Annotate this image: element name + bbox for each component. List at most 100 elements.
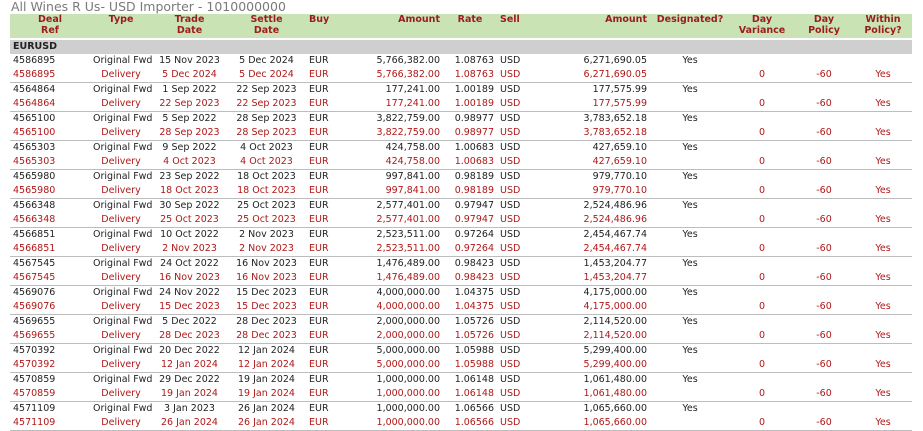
rate-cell: 0.98423 (454, 258, 494, 269)
original-fwd-row[interactable]: 4571109 Original Fwd 3 Jan 2023 26 Jan 2024… (10, 402, 912, 417)
type-cell: Delivery (90, 271, 152, 286)
buy-amount-cell: 1,000,000.00 (376, 374, 440, 385)
delivery-row[interactable]: 4586895 Delivery 5 Dec 2024 5 Dec 2024 EUR 5,… (10, 68, 912, 83)
sell-currency-cell: USD (497, 387, 549, 402)
buy-currency-cell: EUR (309, 84, 329, 95)
within-policy-cell (854, 257, 912, 272)
col-header-day-policy[interactable]: Day Policy (794, 14, 854, 39)
buy-currency-cell: EUR (309, 229, 329, 240)
delivery-row[interactable]: 4565303 Delivery 4 Oct 2023 4 Oct 2023 EUR 42… (10, 155, 912, 170)
delivery-row[interactable]: 4566348 Delivery 25 Oct 2023 25 Oct 2023 EUR… (10, 213, 912, 228)
buy-currency-cell: EUR (306, 213, 342, 228)
buy-currency-cell: EUR (306, 126, 342, 141)
rate-cell: 1.00189 (443, 97, 497, 112)
delivery-row[interactable]: 4564864 Delivery 22 Sep 2023 22 Sep 2023 EUR… (10, 97, 912, 112)
rate-cell: 1.06148 (443, 387, 497, 402)
sell-currency-cell: USD (497, 300, 549, 315)
day-policy-cell: -60 (794, 300, 854, 315)
col-header-amount-buy[interactable]: Amount (342, 14, 443, 39)
within-policy-cell: Yes (854, 300, 912, 315)
sell-amount-cell: 979,770.10 (549, 184, 650, 199)
original-fwd-row[interactable]: 4567545 Original Fwd 24 Oct 2022 16 Nov 202… (10, 257, 912, 272)
rate-cell: 1.04375 (443, 300, 497, 315)
day-policy-cell: -60 (794, 126, 854, 141)
col-header-amount-sell[interactable]: Amount (549, 14, 650, 39)
original-fwd-row[interactable]: 4564864 Original Fwd 1 Sep 2022 22 Sep 2023… (10, 83, 912, 98)
deal-ref-cell: 4565100 (10, 126, 90, 141)
col-header-rate[interactable]: Rate (443, 14, 497, 39)
col-header-type[interactable]: Type (90, 14, 152, 39)
delivery-row[interactable]: 4569076 Delivery 15 Dec 2023 15 Dec 2023 EUR… (10, 300, 912, 315)
rate-cell: 1.05726 (454, 316, 494, 327)
original-fwd-row[interactable]: 4565100 Original Fwd 5 Sep 2022 28 Sep 2023… (10, 112, 912, 127)
rate-cell: 1.08763 (454, 55, 494, 66)
settle-date-cell: 28 Dec 2023 (236, 316, 297, 327)
delivery-row[interactable]: 4571109 Delivery 26 Jan 2024 26 Jan 2024 EUR… (10, 416, 912, 431)
rate-cell: 1.06566 (443, 416, 497, 431)
type-cell: Delivery (90, 97, 152, 112)
buy-currency-cell: EUR (306, 242, 342, 257)
trade-date-cell: 16 Nov 2023 (152, 271, 227, 286)
delivery-row[interactable]: 4567545 Delivery 16 Nov 2023 16 Nov 2023 EUR… (10, 271, 912, 286)
within-policy-cell: Yes (854, 416, 912, 431)
original-fwd-row[interactable]: 4565980 Original Fwd 23 Sep 2022 18 Oct 202… (10, 170, 912, 185)
trade-date-cell: 15 Nov 2023 (159, 55, 220, 66)
within-policy-cell: Yes (854, 387, 912, 402)
original-fwd-row[interactable]: 4566851 Original Fwd 10 Oct 2022 2 Nov 2023… (10, 228, 912, 243)
trade-date-cell: 5 Sep 2022 (162, 113, 217, 124)
deals-table: Deal Ref Type Trade Date Settle Date Buy Am… (10, 14, 912, 431)
day-variance-cell (730, 344, 794, 359)
col-header-day-variance[interactable]: Day Variance (730, 14, 794, 39)
col-header-sell[interactable]: Sell (497, 14, 549, 39)
buy-amount-cell: 177,241.00 (385, 84, 440, 95)
delivery-row[interactable]: 4570392 Delivery 12 Jan 2024 12 Jan 2024 EUR… (10, 358, 912, 373)
day-variance-cell: 0 (730, 97, 794, 112)
designated-cell: Yes (682, 374, 698, 385)
sell-currency-cell: USD (500, 345, 521, 356)
day-policy-cell (794, 83, 854, 98)
col-header-deal-ref[interactable]: Deal Ref (10, 14, 90, 39)
col-header-settle-date[interactable]: Settle Date (227, 14, 306, 39)
settle-date-cell: 26 Jan 2024 (227, 416, 306, 431)
original-fwd-row[interactable]: 4570859 Original Fwd 29 Dec 2022 19 Jan 202… (10, 373, 912, 388)
sell-currency-cell: USD (497, 68, 549, 83)
sell-amount-cell: 1,453,204.77 (549, 271, 650, 286)
delivery-row[interactable]: 4565980 Delivery 18 Oct 2023 18 Oct 2023 EUR… (10, 184, 912, 199)
deal-ref-cell: 4570392 (10, 358, 90, 373)
delivery-row[interactable]: 4569655 Delivery 28 Dec 2023 28 Dec 2023 EUR… (10, 329, 912, 344)
rate-cell: 1.06148 (454, 374, 494, 385)
col-header-trade-date[interactable]: Trade Date (152, 14, 227, 39)
sell-amount-cell: 979,770.10 (592, 171, 647, 182)
buy-currency-cell: EUR (309, 287, 329, 298)
col-header-within-policy[interactable]: Within Policy? (854, 14, 912, 39)
within-policy-cell: Yes (854, 97, 912, 112)
day-policy-cell (794, 170, 854, 185)
delivery-row[interactable]: 4565100 Delivery 28 Sep 2023 28 Sep 2023 EUR… (10, 126, 912, 141)
buy-amount-cell: 2,523,511.00 (342, 242, 443, 257)
sell-currency-cell: USD (500, 171, 521, 182)
deal-ref-cell: 4565100 (13, 113, 56, 124)
deal-ref-cell: 4565980 (10, 184, 90, 199)
sell-currency-cell: USD (497, 97, 549, 112)
original-fwd-row[interactable]: 4565303 Original Fwd 9 Sep 2022 4 Oct 2023 E… (10, 141, 912, 156)
buy-currency-cell: EUR (306, 416, 342, 431)
delivery-row[interactable]: 4570859 Delivery 19 Jan 2024 19 Jan 2024 EUR… (10, 387, 912, 402)
day-policy-cell: -60 (794, 416, 854, 431)
trade-date-cell: 1 Sep 2022 (162, 84, 217, 95)
rate-cell: 1.05988 (443, 358, 497, 373)
type-cell: Original Fwd (93, 316, 152, 327)
original-fwd-row[interactable]: 4586895 Original Fwd 15 Nov 2023 5 Dec 2024… (10, 54, 912, 68)
buy-currency-cell: EUR (309, 200, 329, 211)
original-fwd-row[interactable]: 4570392 Original Fwd 20 Dec 2022 12 Jan 202… (10, 344, 912, 359)
rate-cell: 1.00189 (454, 84, 494, 95)
settle-date-cell: 12 Jan 2024 (238, 345, 295, 356)
original-fwd-row[interactable]: 4566348 Original Fwd 30 Sep 2022 25 Oct 202… (10, 199, 912, 214)
col-header-buy[interactable]: Buy (306, 14, 342, 39)
col-header-designated[interactable]: Designated? (650, 14, 730, 39)
day-policy-cell: -60 (794, 97, 854, 112)
trade-date-cell: 29 Dec 2022 (159, 374, 220, 385)
delivery-row[interactable]: 4566851 Delivery 2 Nov 2023 2 Nov 2023 EUR 2,… (10, 242, 912, 257)
designated-cell: Yes (682, 316, 698, 327)
original-fwd-row[interactable]: 4569655 Original Fwd 5 Dec 2022 28 Dec 2023… (10, 315, 912, 330)
original-fwd-row[interactable]: 4569076 Original Fwd 24 Nov 2022 15 Dec 202… (10, 286, 912, 301)
